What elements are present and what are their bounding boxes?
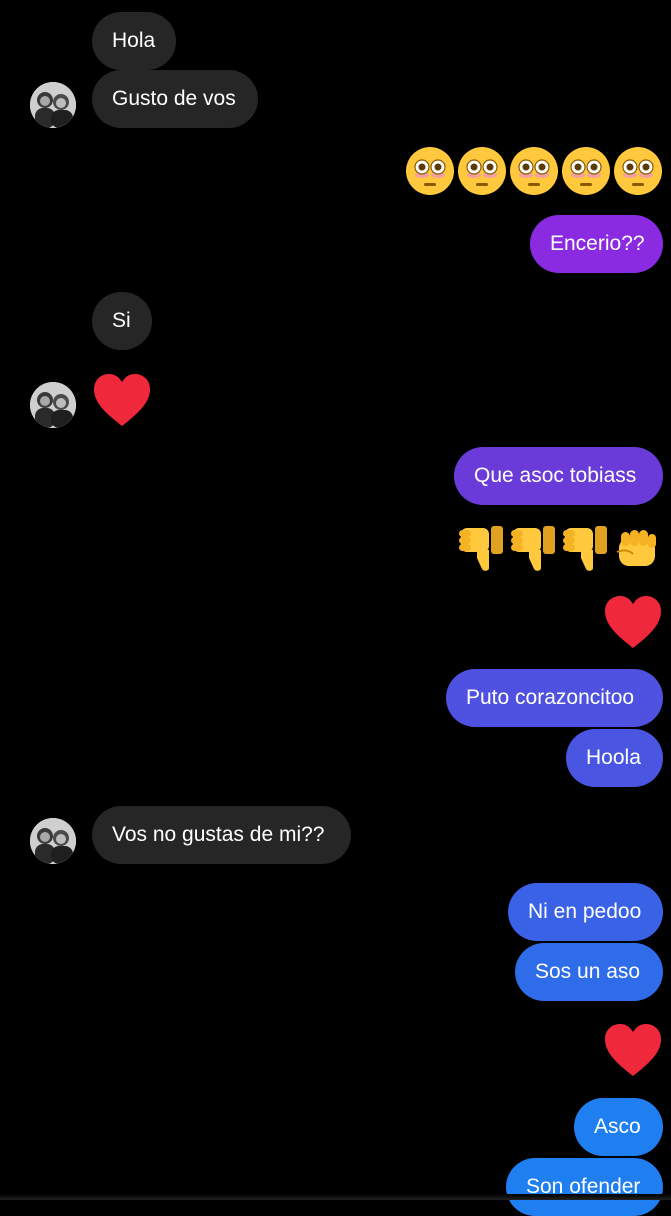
message-text: Hoola [586, 746, 641, 769]
message-text: Asco [594, 1115, 641, 1138]
outgoing-message[interactable]: Encerio?? [530, 215, 663, 273]
outgoing-message[interactable]: Hoola [566, 729, 663, 787]
message-text: Si [112, 309, 131, 332]
contact-avatar[interactable] [30, 818, 76, 864]
message-text: Hola [112, 29, 156, 52]
incoming-message[interactable]: Si [92, 292, 152, 350]
flushed-face-icon [458, 147, 506, 195]
outgoing-message[interactable]: Que asoc tobiass [454, 447, 663, 505]
oncoming-fist-icon [616, 530, 656, 566]
incoming-message[interactable]: Gusto de vos [92, 70, 258, 128]
flushed-face-icon [510, 147, 558, 195]
outgoing-message[interactable]: Son ofender [506, 1158, 663, 1216]
outgoing-message[interactable]: Asco [574, 1098, 663, 1156]
message-text: Sos un aso [535, 960, 641, 983]
message-text: Encerio?? [550, 232, 645, 255]
avatar-photo-icon [30, 82, 76, 128]
thumbs-down-icon [563, 526, 607, 571]
flushed-face-icon [406, 147, 454, 195]
message-text: Gusto de vos [112, 87, 236, 110]
flushed-face-icon [614, 147, 662, 195]
avatar-photo-icon [30, 818, 76, 864]
contact-avatar[interactable] [30, 82, 76, 128]
outgoing-message[interactable]: Puto corazoncitoo [446, 669, 663, 727]
outgoing-message[interactable]: Ni en pedoo [508, 883, 663, 941]
message-text: Ni en pedoo [528, 900, 642, 923]
message-text: Puto corazoncitoo [466, 686, 635, 709]
avatar-photo-icon [30, 382, 76, 428]
flushed-face-icon [562, 147, 610, 195]
red-heart-icon[interactable] [603, 1022, 663, 1078]
incoming-message[interactable]: Hola [92, 12, 176, 70]
outgoing-emoji-message[interactable] [455, 522, 663, 574]
red-heart-icon[interactable] [603, 594, 663, 650]
contact-avatar[interactable] [30, 382, 76, 428]
outgoing-message[interactable]: Sos un aso [515, 943, 663, 1001]
red-heart-icon[interactable] [92, 372, 152, 428]
message-text: Vos no gustas de mi?? [112, 823, 325, 846]
thumbs-down-icon [459, 526, 503, 571]
outgoing-emoji-message[interactable] [404, 145, 664, 197]
incoming-message[interactable]: Vos no gustas de mi?? [92, 806, 351, 864]
thumbs-down-icon [511, 526, 555, 571]
message-text: Que asoc tobiass [474, 464, 637, 487]
composer-edge [0, 1194, 671, 1200]
